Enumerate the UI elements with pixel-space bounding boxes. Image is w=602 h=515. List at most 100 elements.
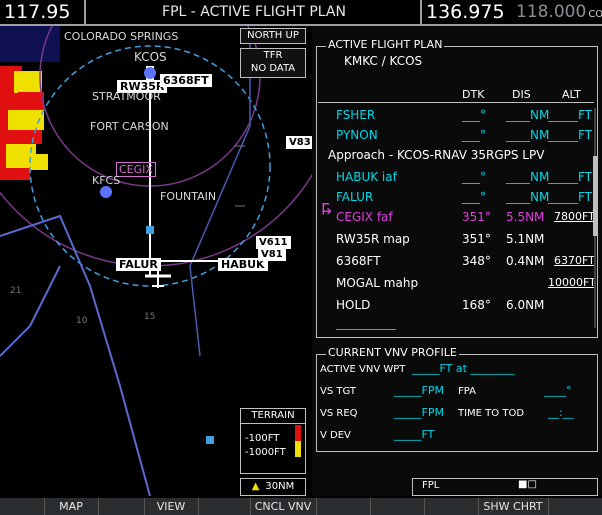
fpl-wpt-name[interactable]: FSHER — [336, 108, 375, 122]
map-label-fountain: FOUNTAIN — [160, 190, 217, 203]
fpl-route: KMKC / KCOS — [344, 54, 423, 68]
page-group-indicator — [412, 478, 598, 496]
vdev-label: V DEV — [320, 430, 351, 441]
terrain-level-1: -100FT — [245, 433, 280, 444]
terrain-level-2: -1000FT — [245, 447, 286, 458]
map-grid-label: 15 — [144, 312, 156, 322]
softkey-map[interactable]: MAP — [44, 498, 99, 515]
fpl-alt[interactable]: _____FT — [548, 190, 592, 204]
top-status-bar: 117.95 FPL - ACTIVE FLIGHT PLAN 136.975 … — [0, 0, 602, 26]
scrollbar-thumb[interactable] — [593, 156, 597, 236]
fpl-dis: ____NM — [506, 170, 550, 184]
terrain-swatch-red — [295, 425, 301, 441]
fpl-dtk: ___° — [462, 108, 486, 122]
fpl-dtk: 351° — [462, 232, 491, 246]
softkey-3[interactable] — [98, 498, 145, 515]
fpl-wpt-name-active[interactable]: CEGIX faf — [336, 210, 393, 224]
fpl-dtk: ___° — [462, 170, 486, 184]
terrain-legend-title: TERRAIN — [241, 409, 305, 424]
north-up-button[interactable]: NORTH UP — [240, 28, 306, 44]
map-label-stratmoor: STRATMOOR — [92, 90, 161, 103]
com-standby-value: 118.000 — [516, 2, 587, 22]
com-active-frequency: 136.975 — [426, 1, 505, 23]
softkey-cncl-vnv[interactable]: CNCL VNV — [250, 498, 317, 515]
navigation-map[interactable]: NORTH UP TFR NO DATA COLORADO SPRINGS KC… — [0, 26, 312, 496]
vs-tgt-value: _____FPM — [394, 384, 444, 397]
tfr-status-box: TFR NO DATA — [240, 48, 306, 78]
fpl-dis: ____NM — [506, 108, 550, 122]
map-label-colorado-springs: COLORADO SPRINGS — [64, 30, 179, 43]
fpl-dtk: 348° — [462, 254, 491, 268]
tfr-label: TFR — [263, 50, 283, 61]
softkey-9[interactable] — [424, 498, 479, 515]
map-label-falur: FALUR — [116, 258, 161, 271]
softkey-shw-chrt[interactable]: SHW CHRT — [478, 498, 549, 515]
vnv-section-title: CURRENT VNV PROFILE — [326, 346, 459, 359]
map-grid-label: 21 — [10, 286, 22, 296]
map-range-box[interactable]: ▲ 30NM — [240, 478, 306, 496]
fpl-wpt-name[interactable]: MOGAL mahp — [336, 276, 418, 290]
fpl-dis: ____NM — [506, 190, 550, 204]
terrain-legend: TERRAIN -100FT -1000FT — [240, 408, 306, 474]
map-label-v81: V81 — [258, 248, 286, 261]
fpl-dtk: ___° — [462, 190, 486, 204]
approach-header[interactable]: Approach - KCOS-RNAV 35RGPS LPV — [328, 148, 544, 162]
fpl-wpt-name[interactable]: HOLD — [336, 298, 370, 312]
fpl-dis: 6.0NM — [506, 298, 545, 312]
fpl-dtk: 168° — [462, 298, 491, 312]
map-label-kfcs: KFCS — [92, 174, 121, 187]
softkey-7[interactable] — [316, 498, 371, 515]
fpl-dis: ____NM — [506, 128, 550, 142]
vdev-value: _____FT — [394, 428, 435, 441]
vs-req-value: _____FPM — [394, 406, 444, 419]
fpl-wpt-name[interactable]: FALUR — [336, 190, 373, 204]
softkey-11[interactable] — [548, 498, 602, 515]
fpl-alt[interactable]: _____FT — [548, 128, 592, 142]
page-title: FPL - ACTIVE FLIGHT PLAN — [162, 4, 346, 20]
fpl-alt[interactable]: 6370FT — [554, 254, 595, 267]
fpl-wpt-name[interactable]: PYNON — [336, 128, 378, 142]
fpl-alt[interactable]: 10000FT — [548, 276, 596, 289]
softkey-view[interactable]: VIEW — [144, 498, 199, 515]
map-label-cegix: CEGIX — [116, 162, 156, 177]
vs-tgt-label: VS TGT — [320, 386, 356, 397]
fpl-alt[interactable]: _____FT — [548, 108, 592, 122]
map-label-fix-6368: 6368FT — [160, 74, 212, 87]
fpl-wpt-name[interactable]: HABUK iaf — [336, 170, 397, 184]
vnv-active-wpt-label: ACTIVE VNV WPT — [320, 364, 406, 375]
fpa-value: ____° — [544, 384, 572, 397]
softkey-1[interactable] — [0, 498, 45, 515]
col-dtk: DTK — [462, 88, 485, 101]
col-alt: ALT — [562, 88, 581, 101]
vnv-active-wpt-value: _____FT at ________ — [412, 362, 515, 375]
fpl-dis-active: 5.5NM — [506, 210, 545, 224]
com1-frequency: 117.95 — [4, 1, 71, 23]
fpl-dis: 0.4NM — [506, 254, 545, 268]
softkey-8[interactable] — [370, 498, 425, 515]
softkey-bar: MAP VIEW CNCL VNV SHW CHRT — [0, 498, 602, 515]
softkey-5[interactable] — [198, 498, 251, 515]
terrain-swatch-yellow — [295, 441, 301, 457]
fpl-dtk-active: 351° — [462, 210, 491, 224]
fpl-alt[interactable]: _____FT — [548, 170, 592, 184]
fpl-section-title: ACTIVE FLIGHT PLAN — [326, 38, 445, 51]
fpl-empty-row[interactable]: __________ — [336, 316, 396, 330]
page-group-pages: ■□ — [518, 479, 537, 490]
map-label-kcos: KCOS — [134, 50, 167, 64]
fpl-wpt-name[interactable]: RW35R map — [336, 232, 410, 246]
map-range: 30NM — [265, 481, 295, 492]
header-divider — [318, 102, 594, 103]
fpl-wpt-name[interactable]: 6368FT — [336, 254, 381, 268]
com-label: COM2 — [588, 9, 602, 20]
time-to-tod-value: __:__ — [548, 406, 574, 419]
divider — [84, 0, 86, 24]
tfr-status: NO DATA — [250, 63, 296, 74]
col-dis: DIS — [512, 88, 531, 101]
com-standby-frequency: 118.000COM2 — [516, 0, 602, 24]
terrain-icon: ▲ — [251, 481, 260, 492]
fpl-dtk: ___° — [462, 128, 486, 142]
vs-req-label: VS REQ — [320, 408, 358, 419]
fpa-label: FPA — [458, 386, 476, 397]
flight-plan-panel: ACTIVE FLIGHT PLAN KMKC / KCOS DTK DIS A… — [312, 26, 602, 496]
fpl-alt[interactable]: 7800FT — [554, 210, 595, 223]
